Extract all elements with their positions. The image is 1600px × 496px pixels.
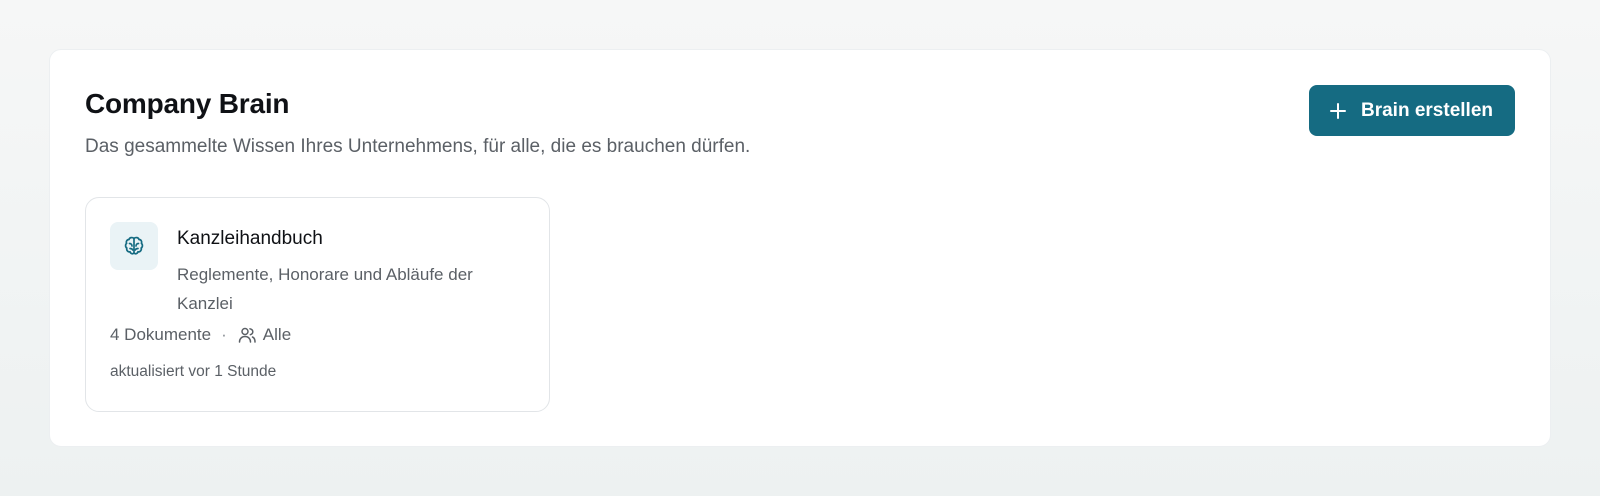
last-updated: aktualisiert vor 1 Stunde	[110, 363, 277, 380]
company-brain-panel: Company Brain Das gesammelte Wissen Ihre…	[49, 49, 1551, 447]
page-title: Company Brain	[85, 88, 290, 119]
document-count: 4 Dokumente	[110, 325, 212, 344]
plus-icon	[1329, 102, 1347, 120]
access-label: Alle	[262, 325, 292, 344]
page-subtitle: Das gesammelte Wissen Ihres Unternehmens…	[85, 136, 751, 157]
meta-separator: ·	[221, 325, 227, 344]
users-icon	[237, 325, 257, 345]
create-brain-button[interactable]: Brain erstellen	[1309, 85, 1515, 136]
brain-card-kanzleihandbuch[interactable]: Kanzleihandbuch Reglemente, Honorare und…	[85, 197, 550, 412]
create-brain-label: Brain erstellen	[1361, 99, 1493, 121]
brain-icon	[110, 222, 158, 270]
brain-card-description: Reglemente, Honorare und Abläufe der Kan…	[177, 265, 473, 313]
brain-card-title: Kanzleihandbuch	[177, 228, 323, 249]
brain-card-meta: 4 Dokumente · Alle	[110, 325, 291, 345]
